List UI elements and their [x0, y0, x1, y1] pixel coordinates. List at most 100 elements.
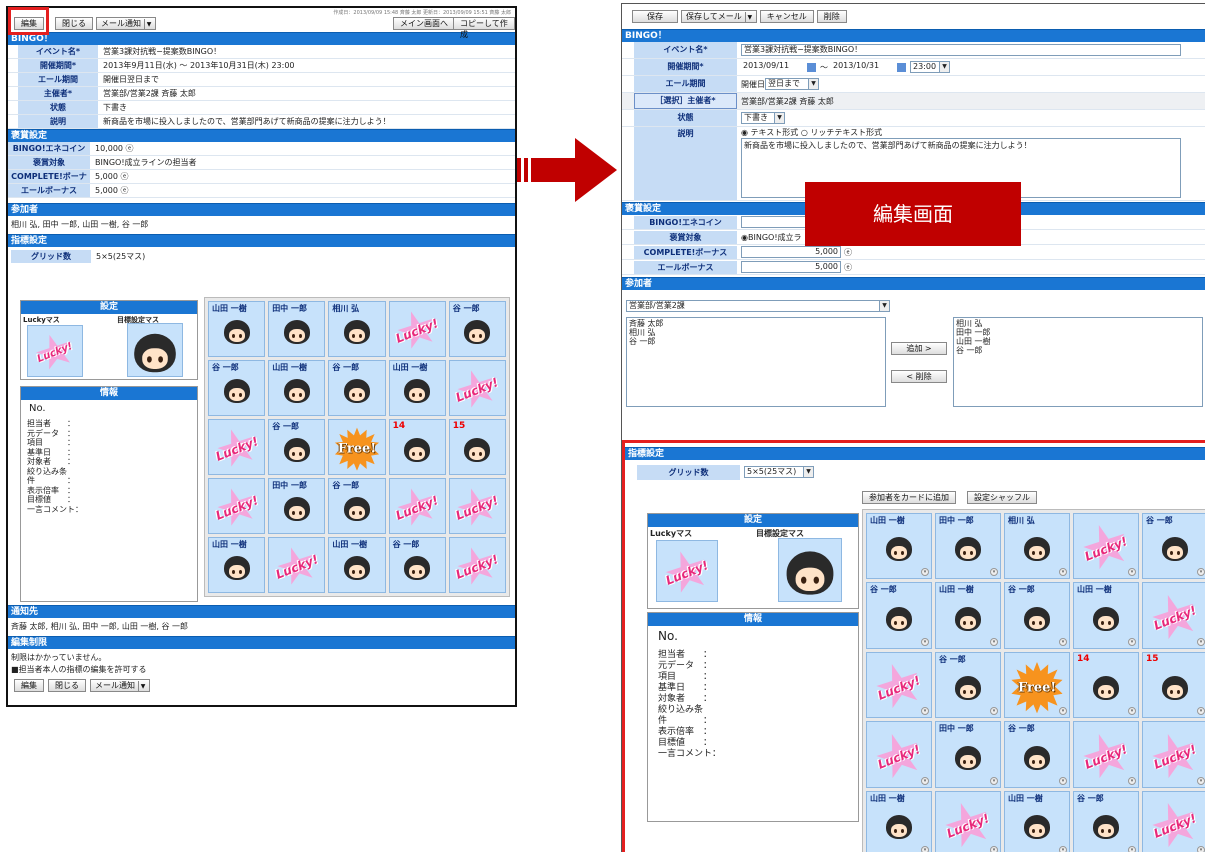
- bingo-cell[interactable]: 山田 一樹 ▾: [1073, 582, 1139, 649]
- shuffle-button[interactable]: 設定シャッフル: [967, 491, 1037, 504]
- settings-gear-icon[interactable]: ▾: [1059, 846, 1067, 852]
- settings-gear-icon[interactable]: ▾: [990, 776, 998, 785]
- bingo-cell[interactable]: Lucky!: [448, 537, 506, 593]
- bingo-cell[interactable]: 山田 一樹 ▾: [935, 582, 1001, 649]
- list-item[interactable]: 斉藤 太郎: [629, 319, 885, 328]
- settings-gear-icon[interactable]: ▾: [990, 568, 998, 577]
- bingo-cell[interactable]: 谷 一郎: [328, 478, 386, 534]
- settings-gear-icon[interactable]: ▾: [1197, 707, 1205, 716]
- settings-gear-icon[interactable]: ▾: [1128, 846, 1136, 852]
- bingo-cell[interactable]: Free! ▾: [1004, 651, 1070, 719]
- bingo-cell[interactable]: Lucky! ▾: [866, 721, 932, 788]
- bingo-cell[interactable]: Lucky! ▾: [1142, 721, 1205, 788]
- bingo-cell[interactable]: 14: [388, 419, 446, 475]
- bingo-cell[interactable]: 田中 一郎 ▾: [935, 513, 1001, 580]
- bingo-cell[interactable]: 15 ▾: [1142, 651, 1205, 719]
- settings-gear-icon[interactable]: ▾: [1128, 568, 1136, 577]
- settings-gear-icon[interactable]: ▾: [990, 637, 998, 646]
- bingo-cell[interactable]: 谷 一郎 ▾: [866, 582, 932, 649]
- radio-checked-icon[interactable]: ◉: [741, 233, 748, 242]
- bingo-cell[interactable]: 谷 一郎 ▾: [935, 651, 1001, 719]
- lucky-square-sample[interactable]: Lucky!: [656, 540, 718, 602]
- bingo-cell[interactable]: Lucky! ▾: [1142, 790, 1205, 852]
- field-input[interactable]: 5,000: [741, 246, 841, 258]
- settings-gear-icon[interactable]: ▾: [1059, 637, 1067, 646]
- add-participant-button[interactable]: 追加 >: [891, 342, 947, 355]
- settings-gear-icon[interactable]: ▾: [921, 568, 929, 577]
- yell-select[interactable]: 翌日まで ▼: [765, 78, 819, 90]
- bingo-cell[interactable]: 田中 一郎: [268, 301, 326, 357]
- grid-count-select[interactable]: 5×5(25マス) ▼: [744, 466, 814, 478]
- add-to-card-button[interactable]: 参加者をカードに追加: [862, 491, 956, 504]
- lucky-square-sample[interactable]: Lucky!: [27, 325, 83, 377]
- close-button[interactable]: 閉じる: [55, 17, 93, 30]
- end-date-input[interactable]: 2013/10/31: [831, 61, 893, 73]
- settings-gear-icon[interactable]: ▾: [1197, 637, 1205, 646]
- bingo-cell[interactable]: Lucky! ▾: [1073, 513, 1139, 580]
- bingo-cell[interactable]: Lucky! ▾: [866, 651, 932, 719]
- settings-gear-icon[interactable]: ▾: [1059, 776, 1067, 785]
- status-select[interactable]: 下書き ▼: [741, 112, 785, 124]
- main-screen-button[interactable]: メイン画面へ: [393, 17, 455, 30]
- bingo-cell[interactable]: 山田 一樹 ▾: [866, 513, 932, 580]
- list-item[interactable]: 谷 一郎: [956, 346, 1202, 355]
- settings-gear-icon[interactable]: ▾: [1128, 637, 1136, 646]
- radio-unchecked-icon[interactable]: ○: [801, 128, 808, 137]
- start-date-input[interactable]: 2013/09/11: [741, 61, 803, 73]
- settings-gear-icon[interactable]: ▾: [1197, 776, 1205, 785]
- settings-gear-icon[interactable]: ▾: [921, 637, 929, 646]
- bingo-cell[interactable]: Lucky!: [268, 537, 326, 593]
- delete-button[interactable]: 削除: [816, 10, 847, 23]
- copy-create-button[interactable]: コピーして作成: [453, 17, 515, 39]
- save-mail-button[interactable]: 保存してメール ▼: [681, 10, 757, 23]
- settings-gear-icon[interactable]: ▾: [921, 707, 929, 716]
- save-button[interactable]: 保存: [632, 10, 678, 23]
- bingo-cell[interactable]: Lucky! ▾: [1142, 582, 1205, 649]
- end-time-select[interactable]: 23:00 ▼: [910, 61, 950, 73]
- bingo-cell[interactable]: 田中 一郎 ▾: [935, 721, 1001, 788]
- edit-button-bottom[interactable]: 編集: [14, 679, 44, 692]
- bingo-cell[interactable]: 山田 一樹 ▾: [866, 790, 932, 852]
- bingo-cell[interactable]: 山田 一樹: [208, 537, 266, 593]
- settings-gear-icon[interactable]: ▾: [1059, 707, 1067, 716]
- bingo-cell[interactable]: 14 ▾: [1073, 651, 1139, 719]
- mail-notify-button-bottom[interactable]: メール通知 ▼: [90, 679, 150, 692]
- bingo-cell[interactable]: Lucky!: [448, 478, 506, 534]
- bingo-cell[interactable]: Lucky! ▾: [935, 790, 1001, 852]
- bingo-cell[interactable]: Lucky! ▾: [1073, 721, 1139, 788]
- bingo-cell[interactable]: 田中 一郎: [268, 478, 326, 534]
- field-input[interactable]: 5,000: [741, 261, 841, 273]
- settings-gear-icon[interactable]: ▾: [1128, 776, 1136, 785]
- available-list[interactable]: 斉藤 太郎 相川 弘谷 一郎: [626, 317, 886, 407]
- calendar-icon[interactable]: [807, 62, 816, 72]
- bingo-cell[interactable]: Lucky!: [388, 478, 446, 534]
- radio-checked-icon[interactable]: ◉: [741, 128, 748, 137]
- bingo-cell[interactable]: 谷 一郎: [208, 360, 266, 416]
- bingo-cell[interactable]: 山田 一樹: [208, 301, 266, 357]
- settings-gear-icon[interactable]: ▾: [1059, 568, 1067, 577]
- list-item[interactable]: 山田 一樹: [956, 337, 1202, 346]
- target-square-sample[interactable]: [127, 323, 183, 377]
- list-item[interactable]: 相川 弘: [629, 328, 885, 337]
- list-item[interactable]: 相川 弘: [956, 319, 1202, 328]
- bingo-cell[interactable]: 谷 一郎: [448, 301, 506, 357]
- settings-gear-icon[interactable]: ▾: [990, 707, 998, 716]
- event-name-input[interactable]: 営業3課対抗戦−提案数BINGO！: [741, 44, 1181, 56]
- bingo-cell[interactable]: 相川 弘: [328, 301, 386, 357]
- bingo-cell[interactable]: 谷 一郎 ▾: [1004, 721, 1070, 788]
- bingo-cell[interactable]: 谷 一郎: [328, 360, 386, 416]
- dept-select[interactable]: 営業部/営業2課 ▼: [626, 300, 890, 312]
- bingo-cell[interactable]: 谷 一郎: [388, 537, 446, 593]
- bingo-cell[interactable]: Lucky!: [388, 301, 446, 357]
- bingo-cell[interactable]: 山田 一樹: [268, 360, 326, 416]
- remove-participant-button[interactable]: < 削除: [891, 370, 947, 383]
- bingo-cell[interactable]: 相川 弘 ▾: [1004, 513, 1070, 580]
- calendar-icon[interactable]: [897, 62, 906, 72]
- host-select-button[interactable]: ［選択］主催者*: [634, 93, 737, 109]
- settings-gear-icon[interactable]: ▾: [1197, 846, 1205, 852]
- close-button-bottom[interactable]: 閉じる: [48, 679, 86, 692]
- bingo-cell[interactable]: 谷 一郎 ▾: [1004, 582, 1070, 649]
- list-item[interactable]: 田中 一郎: [956, 328, 1202, 337]
- selected-list[interactable]: 相川 弘田中 一郎 山田 一樹谷 一郎: [953, 317, 1203, 407]
- bingo-cell[interactable]: 谷 一郎: [268, 419, 326, 475]
